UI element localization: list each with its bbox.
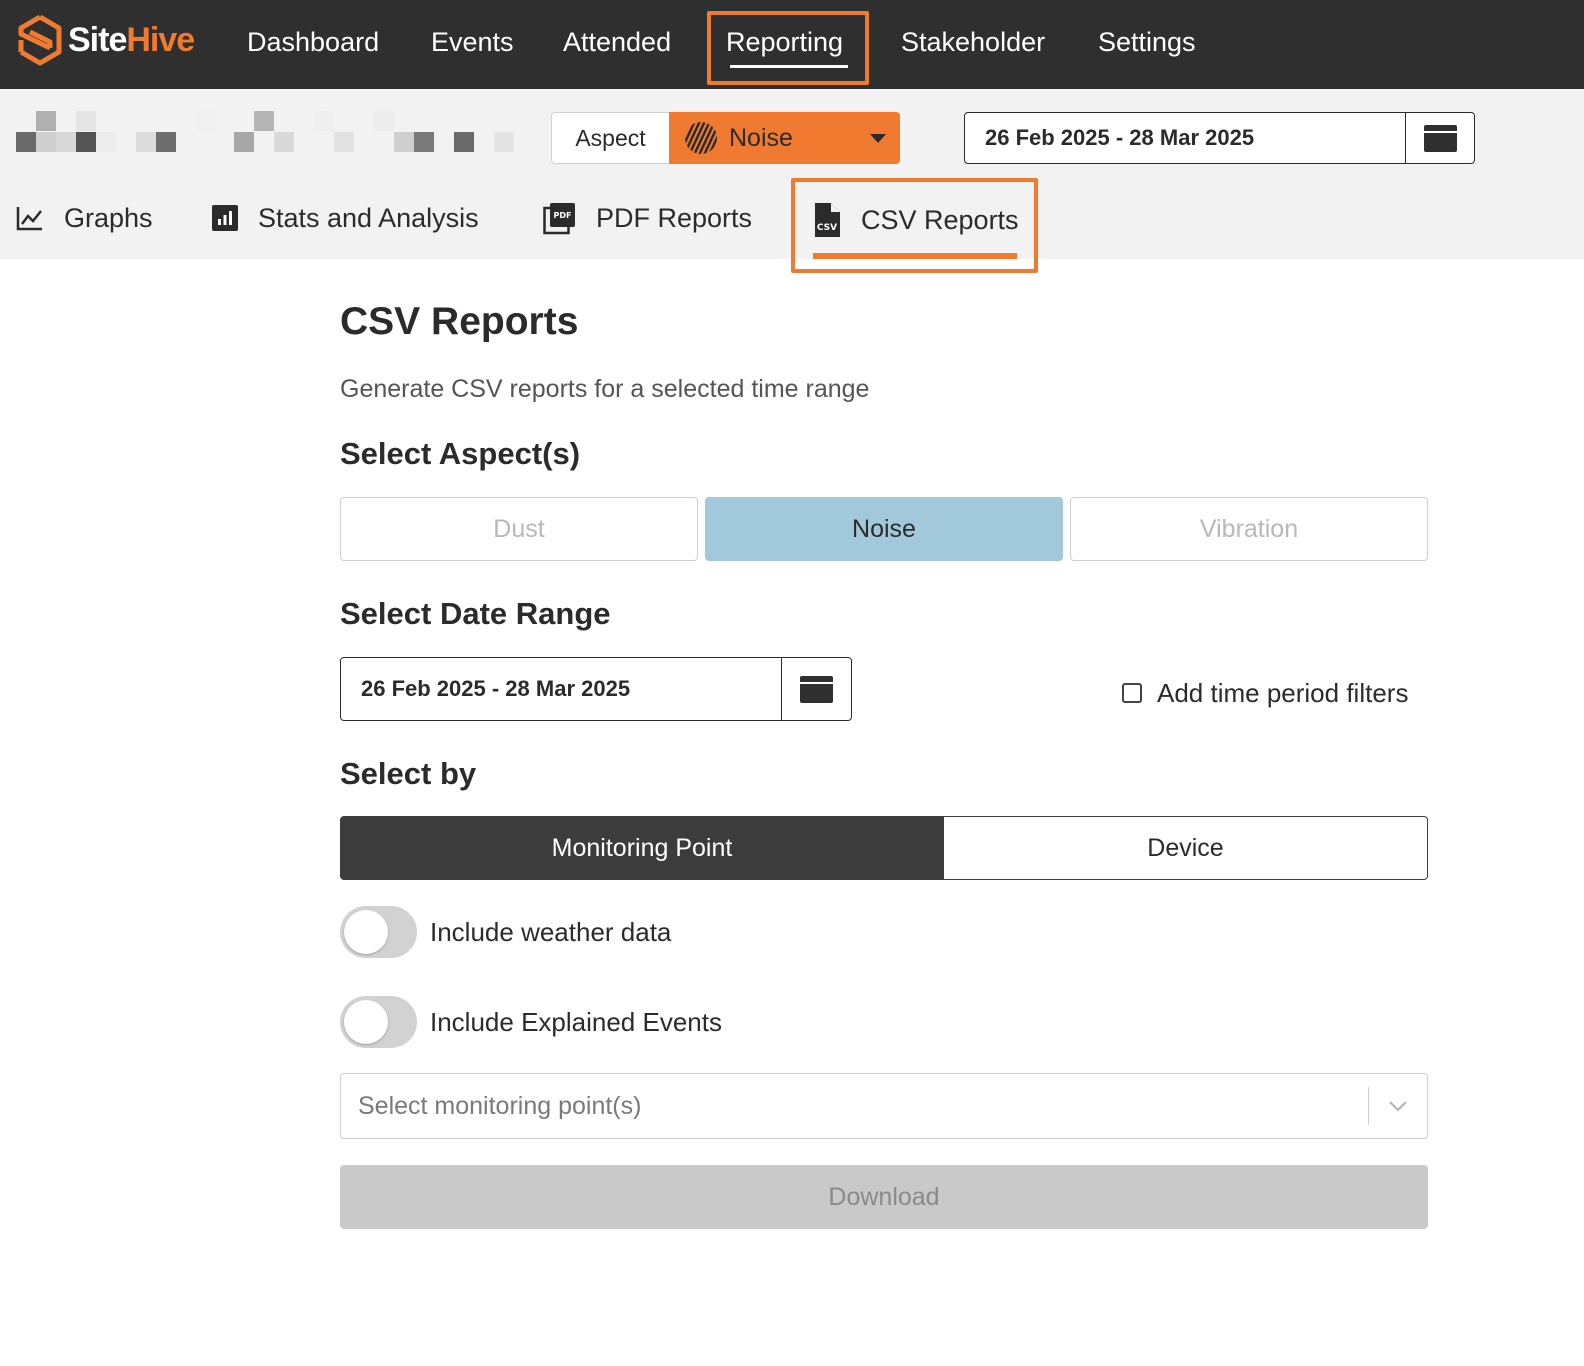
weather-data-toggle[interactable] [340,906,417,958]
monitoring-point-placeholder: Select monitoring point(s) [358,1091,642,1120]
tab-stats-and-analysis[interactable]: Stats and Analysis [212,196,479,240]
select-by-monitoring-point[interactable]: Monitoring Point [340,816,944,880]
time-period-filters-option[interactable]: Add time period filters [1122,673,1408,713]
nav-attended[interactable]: Attended [563,22,671,66]
aspect-picker: Aspect Noise [551,112,900,164]
explained-events-toggle[interactable] [340,996,417,1048]
nav-reporting-highlight[interactable]: Reporting [707,11,869,85]
noise-stripes-icon [685,122,717,154]
page-title: CSV Reports [340,300,579,343]
top-navbar: SiteHive Dashboard Events Attended Repor… [0,0,1584,89]
weather-data-row: Include weather data [340,906,671,958]
time-period-filters-label: Add time period filters [1157,677,1409,708]
aspect-button-noise[interactable]: Noise [705,497,1063,561]
explained-events-label: Include Explained Events [430,1006,722,1037]
nav-reporting[interactable]: Reporting [726,22,843,66]
bar-chart-icon [212,205,238,231]
caret-down-icon [870,133,886,143]
select-by-heading: Select by [340,756,477,791]
chevron-down-icon[interactable] [1369,1100,1427,1112]
page-description: Generate CSV reports for a selected time… [340,375,870,403]
monitoring-point-select[interactable]: Select monitoring point(s) [340,1073,1428,1139]
pdf-file-icon: PDF [543,202,575,234]
csv-file-icon: CSV [815,203,840,237]
download-button[interactable]: Download [340,1165,1428,1229]
select-date-range-heading: Select Date Range [340,596,611,631]
header-date-range-text: 26 Feb 2025 - 28 Mar 2025 [985,125,1255,150]
select-aspects-heading: Select Aspect(s) [340,436,581,471]
date-range-picker[interactable]: 26 Feb 2025 - 28 Mar 2025 [340,657,852,721]
select-by-device[interactable]: Device [944,816,1428,880]
aspect-button-dust[interactable]: Dust [340,497,698,561]
tab-active-underline [813,253,1017,259]
nav-stakeholder[interactable]: Stakeholder [901,22,1045,66]
tab-csv-reports[interactable]: CSV CSV Reports [813,198,1019,242]
tab-pdf-reports[interactable]: PDF PDF Reports [543,196,752,240]
weather-data-label: Include weather data [430,916,672,947]
toggle-knob [344,1000,388,1044]
tab-stats-label: Stats and Analysis [258,202,479,233]
sitehive-hexagon-logo-icon [18,14,62,66]
aspect-button-vibration[interactable]: Vibration [1070,497,1428,561]
header-calendar-button[interactable] [1405,113,1474,163]
aspect-dropdown[interactable]: Noise [669,112,900,164]
nav-dashboard[interactable]: Dashboard [247,22,379,66]
tab-csv-label: CSV Reports [861,204,1019,235]
redacted-site-name [16,111,516,153]
brand-name-hive: Hive [126,20,195,59]
line-chart-icon [16,207,42,231]
sitehive-logo[interactable]: SiteHive [14,12,195,68]
header-date-range-picker[interactable]: 26 Feb 2025 - 28 Mar 2025 [964,112,1475,164]
svg-text:PDF: PDF [554,211,572,220]
nav-active-underline [730,65,848,68]
explained-events-row: Include Explained Events [340,996,722,1048]
aspect-dropdown-value: Noise [729,123,793,152]
date-range-text: 26 Feb 2025 - 28 Mar 2025 [361,676,631,701]
calendar-button[interactable] [781,658,851,720]
calendar-icon [800,675,833,703]
calendar-icon [1423,124,1457,152]
tab-pdf-label: PDF Reports [596,202,753,233]
nav-settings[interactable]: Settings [1098,22,1196,66]
brand-name-site: Site [68,20,127,59]
toggle-knob [344,910,388,954]
time-period-filters-checkbox[interactable] [1122,683,1142,703]
aspect-label: Aspect [551,112,669,164]
tab-graphs[interactable]: Graphs [16,196,153,240]
svg-text:CSV: CSV [817,223,837,233]
tab-graphs-label: Graphs [64,202,153,233]
tab-csv-reports-highlight[interactable]: CSV CSV Reports [791,178,1038,273]
nav-events[interactable]: Events [431,22,514,66]
